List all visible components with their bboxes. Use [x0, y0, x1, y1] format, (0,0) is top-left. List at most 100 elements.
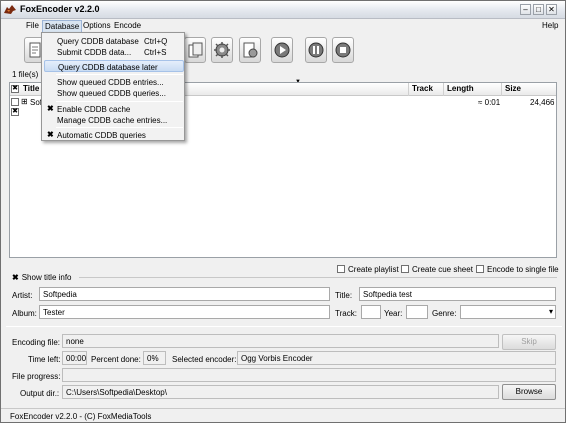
database-menu-dropdown: Query CDDB database Ctrl+Q Submit CDDB d…: [41, 32, 185, 141]
percent-done-field: 0%: [143, 351, 166, 365]
pause-button[interactable]: [305, 37, 327, 63]
show-title-info-label: Show title info: [21, 273, 72, 282]
menu-item-shortcut: Ctrl+Q: [144, 37, 168, 46]
create-playlist-option[interactable]: Create playlist: [337, 265, 399, 274]
file-settings-icon: [243, 42, 258, 58]
browse-button[interactable]: Browse: [502, 384, 556, 400]
file-count-label: 1 file(s) ir: [12, 70, 45, 79]
row-length: ≈ 0:01: [478, 98, 501, 107]
title-input[interactable]: Softpedia test: [359, 287, 556, 301]
menu-item-manage-cddb-cache[interactable]: Manage CDDB cache entries...: [44, 114, 184, 126]
title-label: Title:: [335, 291, 353, 300]
play-button[interactable]: [271, 37, 293, 63]
menu-separator: [56, 127, 183, 128]
row-checkbox[interactable]: [11, 98, 19, 106]
menu-item-label: Show queued CDDB queries...: [57, 89, 166, 98]
menu-item-label: Query CDDB database: [57, 37, 139, 46]
stop-button[interactable]: [332, 37, 354, 63]
year-label: Year:: [384, 309, 403, 318]
album-input[interactable]: Tester: [39, 305, 330, 319]
time-left-field: 00:00: [62, 351, 87, 365]
menu-bar: File Database Options Encode Help: [1, 19, 565, 33]
fox-logo-icon: [4, 5, 16, 14]
checked-icon: ✖: [47, 104, 54, 113]
settings-button[interactable]: [211, 37, 233, 63]
menu-item-show-queued-queries[interactable]: Show queued CDDB queries...: [44, 87, 184, 99]
checked-icon: ✖: [47, 130, 54, 139]
row-checkbox[interactable]: ✖: [11, 108, 19, 116]
close-button[interactable]: ✕: [546, 4, 557, 15]
status-bar: FoxEncoder v2.2.0 - (C) FoxMediaTools: [1, 408, 565, 423]
track-label: Track:: [335, 309, 357, 318]
menu-item-label: Query CDDB database later: [58, 63, 158, 72]
create-cue-sheet-option[interactable]: Create cue sheet: [401, 265, 473, 274]
gear-icon: [214, 42, 230, 58]
pause-icon: [308, 42, 324, 58]
menu-item-automatic-cddb-queries[interactable]: ✖ Automatic CDDB queries: [44, 129, 184, 141]
output-dir-label: Output dir.:: [20, 389, 60, 398]
menu-separator: [56, 101, 183, 102]
show-title-info-check-icon[interactable]: ✖: [12, 273, 19, 282]
create-playlist-checkbox[interactable]: [337, 265, 345, 273]
artist-input[interactable]: Softpedia: [39, 287, 330, 301]
menu-options[interactable]: Options: [83, 21, 111, 30]
column-title[interactable]: Title: [23, 84, 39, 93]
column-track[interactable]: Track: [412, 84, 433, 93]
create-cue-sheet-checkbox[interactable]: [401, 265, 409, 273]
time-left-label: Time left:: [28, 355, 61, 364]
file-copy-icon: [188, 42, 203, 58]
menu-item-label: Manage CDDB cache entries...: [57, 116, 168, 125]
show-title-info-toggle[interactable]: ✖ Show title info: [12, 273, 72, 282]
status-text: FoxEncoder v2.2.0 - (C) FoxMediaTools: [10, 412, 152, 421]
title-info-group-border: [79, 277, 557, 278]
select-all-checkbox[interactable]: ✖: [11, 85, 19, 93]
menu-file[interactable]: File: [26, 21, 39, 30]
app-window: FoxEncoder v2.2.0 – □ ✕ File Database Op…: [0, 0, 566, 423]
column-divider[interactable]: [501, 83, 502, 96]
encoding-file-field: none: [62, 334, 499, 348]
genre-select[interactable]: ▾: [460, 305, 556, 319]
menu-item-shortcut: Ctrl+S: [144, 48, 167, 57]
menu-item-submit-cddb[interactable]: Submit CDDB data... Ctrl+S: [44, 46, 184, 58]
encode-single-file-checkbox[interactable]: [476, 265, 484, 273]
column-divider[interactable]: [408, 83, 409, 96]
play-icon: [274, 42, 290, 58]
encode-single-file-label: Encode to single file: [487, 265, 559, 274]
selected-encoder-label: Selected encoder:: [172, 355, 237, 364]
expand-icon[interactable]: ⊞: [21, 97, 28, 106]
column-length[interactable]: Length: [447, 84, 474, 93]
menu-item-label: Submit CDDB data...: [57, 48, 132, 57]
percent-done-label: Percent done:: [91, 355, 141, 364]
album-label: Album:: [12, 309, 37, 318]
title-bar[interactable]: FoxEncoder v2.2.0 – □ ✕: [1, 1, 565, 19]
divider: [6, 326, 562, 327]
artist-label: Artist:: [12, 291, 33, 300]
genre-label: Genre:: [432, 309, 457, 318]
row-size: 24,466: [530, 98, 555, 107]
encode-single-file-option[interactable]: Encode to single file: [476, 265, 559, 274]
menu-help[interactable]: Help: [542, 21, 558, 30]
menu-item-query-cddb-later[interactable]: Query CDDB database later: [44, 60, 184, 72]
selected-encoder-field: Ogg Vorbis Encoder: [237, 351, 556, 365]
copy-file-button[interactable]: [184, 37, 206, 63]
menu-item-label: Automatic CDDB queries: [57, 131, 146, 140]
stop-icon: [335, 42, 351, 58]
skip-button[interactable]: Skip: [502, 334, 556, 350]
year-input[interactable]: [406, 305, 428, 319]
column-size[interactable]: Size: [505, 84, 521, 93]
menu-item-label: Enable CDDB cache: [57, 105, 131, 114]
maximize-button[interactable]: □: [533, 4, 544, 15]
track-input[interactable]: [361, 305, 381, 319]
output-dir-field[interactable]: C:\Users\Softpedia\Desktop\: [62, 385, 499, 399]
file-properties-button[interactable]: [239, 37, 261, 63]
chevron-down-icon[interactable]: ▾: [549, 307, 553, 316]
menu-separator: [56, 74, 183, 75]
file-progress-label: File progress:: [12, 372, 61, 381]
menu-item-label: Show queued CDDB entries...: [57, 78, 164, 87]
column-divider[interactable]: [443, 83, 444, 96]
menu-encode[interactable]: Encode: [114, 21, 141, 30]
create-cue-sheet-label: Create cue sheet: [412, 265, 473, 274]
minimize-button[interactable]: –: [520, 4, 531, 15]
window-title: FoxEncoder v2.2.0: [20, 4, 100, 14]
create-playlist-label: Create playlist: [348, 265, 399, 274]
